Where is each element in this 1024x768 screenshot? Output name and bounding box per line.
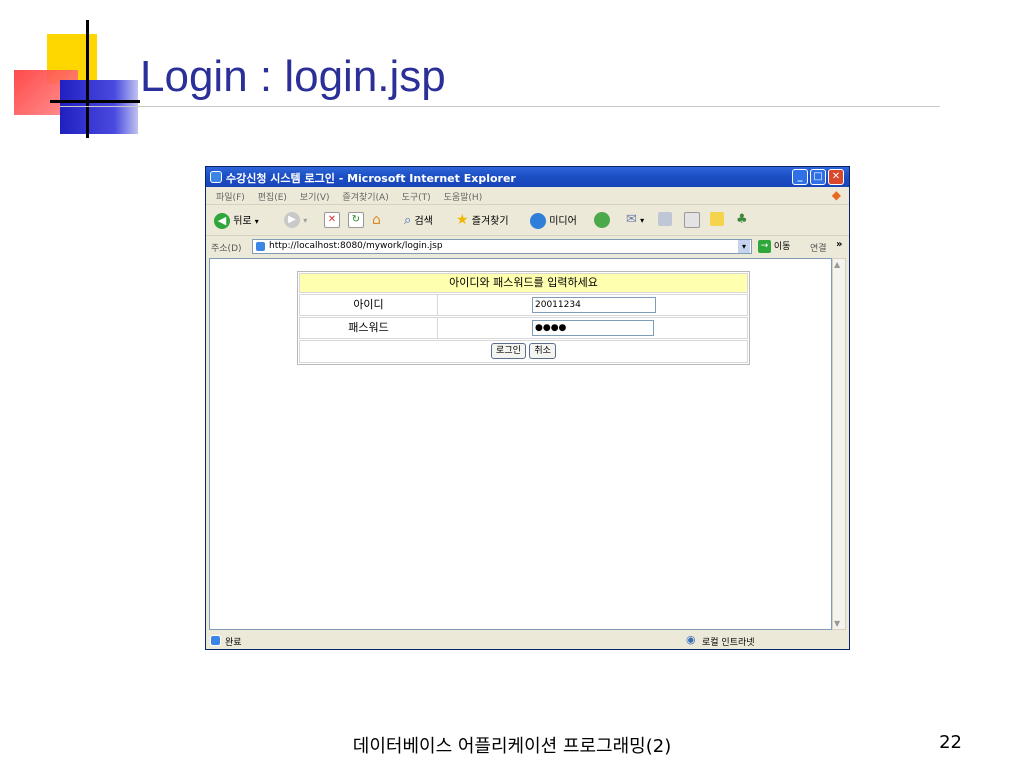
address-dropdown-icon: ▾ — [738, 240, 750, 253]
slide-title: Login : login.jsp — [140, 52, 446, 101]
windows-logo-icon: ◆ — [831, 188, 841, 202]
links-label[interactable]: 연결 — [810, 241, 827, 254]
toolbar: ◀ 뒤로 ▾ ▶ ▾ ✕ ↻ ⌂ ⌕ 검색 ★ 즐겨찾기 미디어 ✉ ▾ ♣ — [206, 205, 849, 236]
ie-icon — [210, 171, 222, 183]
password-label: 패스워드 — [300, 318, 438, 338]
window-title: 수강신청 시스템 로그인 - Microsoft Internet Explor… — [226, 172, 516, 185]
status-bar: 완료 ◉ 로컬 인트라넷 — [206, 633, 849, 649]
id-label: 아이디 — [300, 295, 438, 315]
favorites-label: 즐겨찾기 — [471, 216, 509, 227]
address-input[interactable]: http://localhost:8080/mywork/login.jsp ▾ — [252, 239, 752, 254]
title-divider — [60, 106, 940, 107]
links-chevron-icon[interactable]: » — [836, 239, 842, 250]
menu-bar: 파일(F) 편집(E) 보기(V) 즐겨찾기(A) 도구(T) 도움말(H) ◆ — [206, 187, 849, 205]
back-dropdown-icon: ▾ — [254, 217, 259, 226]
address-label: 주소(D) — [211, 244, 242, 254]
close-button[interactable]: ✕ — [828, 169, 844, 185]
window-titlebar[interactable]: 수강신청 시스템 로그인 - Microsoft Internet Explor… — [206, 167, 849, 187]
maximize-button[interactable]: □ — [810, 169, 826, 185]
login-heading: 아이디와 패스워드를 입력하세요 — [299, 273, 748, 293]
history-button[interactable] — [594, 212, 610, 228]
mail-dropdown-icon: ▾ — [640, 216, 645, 225]
menu-edit[interactable]: 편집(E) — [258, 190, 287, 203]
messenger-icon: ♣ — [736, 212, 748, 227]
search-button[interactable]: ⌕ 검색 — [404, 212, 433, 228]
menu-tools[interactable]: 도구(T) — [402, 190, 431, 203]
refresh-button[interactable]: ↻ — [348, 212, 364, 228]
print-button[interactable] — [658, 212, 672, 226]
refresh-icon: ↻ — [348, 212, 364, 228]
home-icon: ⌂ — [372, 212, 381, 228]
status-page-icon — [210, 635, 221, 646]
id-input[interactable] — [532, 297, 656, 313]
login-button[interactable]: 로그인 — [491, 343, 526, 359]
media-label: 미디어 — [549, 216, 577, 227]
page-number: 22 — [939, 732, 962, 753]
search-icon: ⌕ — [404, 213, 412, 228]
stop-icon: ✕ — [324, 212, 340, 228]
discuss-icon — [710, 212, 724, 226]
browser-window: 수강신청 시스템 로그인 - Microsoft Internet Explor… — [205, 166, 850, 650]
slide-footer: 데이터베이스 어플리케이션 프로그래밍(2) — [352, 736, 672, 757]
login-form: 아이디와 패스워드를 입력하세요 아이디 패스워드 로그인 취소 — [297, 271, 750, 365]
status-text: 완료 — [225, 638, 242, 648]
history-icon — [594, 212, 610, 228]
cancel-button[interactable]: 취소 — [529, 343, 556, 359]
forward-arrow-icon: ▶ — [284, 212, 300, 228]
vertical-scrollbar[interactable]: ▲ ▼ — [832, 258, 846, 630]
minimize-button[interactable]: _ — [792, 169, 808, 185]
discuss-button[interactable] — [710, 212, 724, 226]
scroll-down-icon[interactable]: ▼ — [834, 619, 840, 628]
go-label: 이동 — [773, 242, 791, 252]
back-arrow-icon: ◀ — [214, 213, 230, 229]
decor-horizontal-line — [50, 100, 140, 103]
menu-help[interactable]: 도움말(H) — [444, 190, 483, 203]
print-icon — [658, 212, 672, 226]
button-row: 로그인 취소 — [299, 340, 748, 363]
media-button[interactable]: 미디어 — [530, 212, 577, 229]
forward-dropdown-icon: ▾ — [303, 216, 308, 225]
id-row: 아이디 — [299, 294, 748, 316]
mail-icon: ✉ — [626, 212, 637, 227]
media-icon — [530, 213, 546, 229]
address-url: http://localhost:8080/mywork/login.jsp — [269, 241, 443, 251]
mail-button[interactable]: ✉ ▾ — [626, 212, 644, 227]
messenger-button[interactable]: ♣ — [736, 212, 748, 227]
back-label: 뒤로 — [233, 216, 252, 227]
status-zone: 로컬 인트라넷 — [702, 638, 755, 648]
page-icon — [255, 241, 266, 252]
stop-button[interactable]: ✕ — [324, 212, 340, 228]
back-button[interactable]: ◀ 뒤로 ▾ — [214, 212, 259, 229]
search-label: 검색 — [414, 216, 433, 227]
page-content: 아이디와 패스워드를 입력하세요 아이디 패스워드 로그인 취소 — [209, 258, 832, 630]
edit-button[interactable] — [684, 212, 700, 228]
decor-blue-block — [60, 80, 138, 134]
scroll-up-icon[interactable]: ▲ — [834, 260, 840, 269]
password-input[interactable] — [532, 320, 654, 336]
star-icon: ★ — [456, 212, 469, 228]
go-arrow-icon: → — [758, 240, 771, 253]
intranet-icon: ◉ — [686, 633, 696, 646]
password-row: 패스워드 — [299, 317, 748, 339]
forward-button[interactable]: ▶ ▾ — [284, 212, 307, 228]
decor-vertical-line — [86, 20, 89, 138]
menu-view[interactable]: 보기(V) — [300, 190, 330, 203]
go-button[interactable]: → 이동 — [758, 239, 790, 253]
home-button[interactable]: ⌂ — [372, 212, 381, 228]
favorites-button[interactable]: ★ 즐겨찾기 — [456, 212, 509, 228]
edit-icon — [684, 212, 700, 228]
address-bar: 주소(D) http://localhost:8080/mywork/login… — [206, 237, 849, 256]
menu-file[interactable]: 파일(F) — [216, 190, 245, 203]
menu-favorites[interactable]: 즐겨찾기(A) — [342, 190, 388, 203]
